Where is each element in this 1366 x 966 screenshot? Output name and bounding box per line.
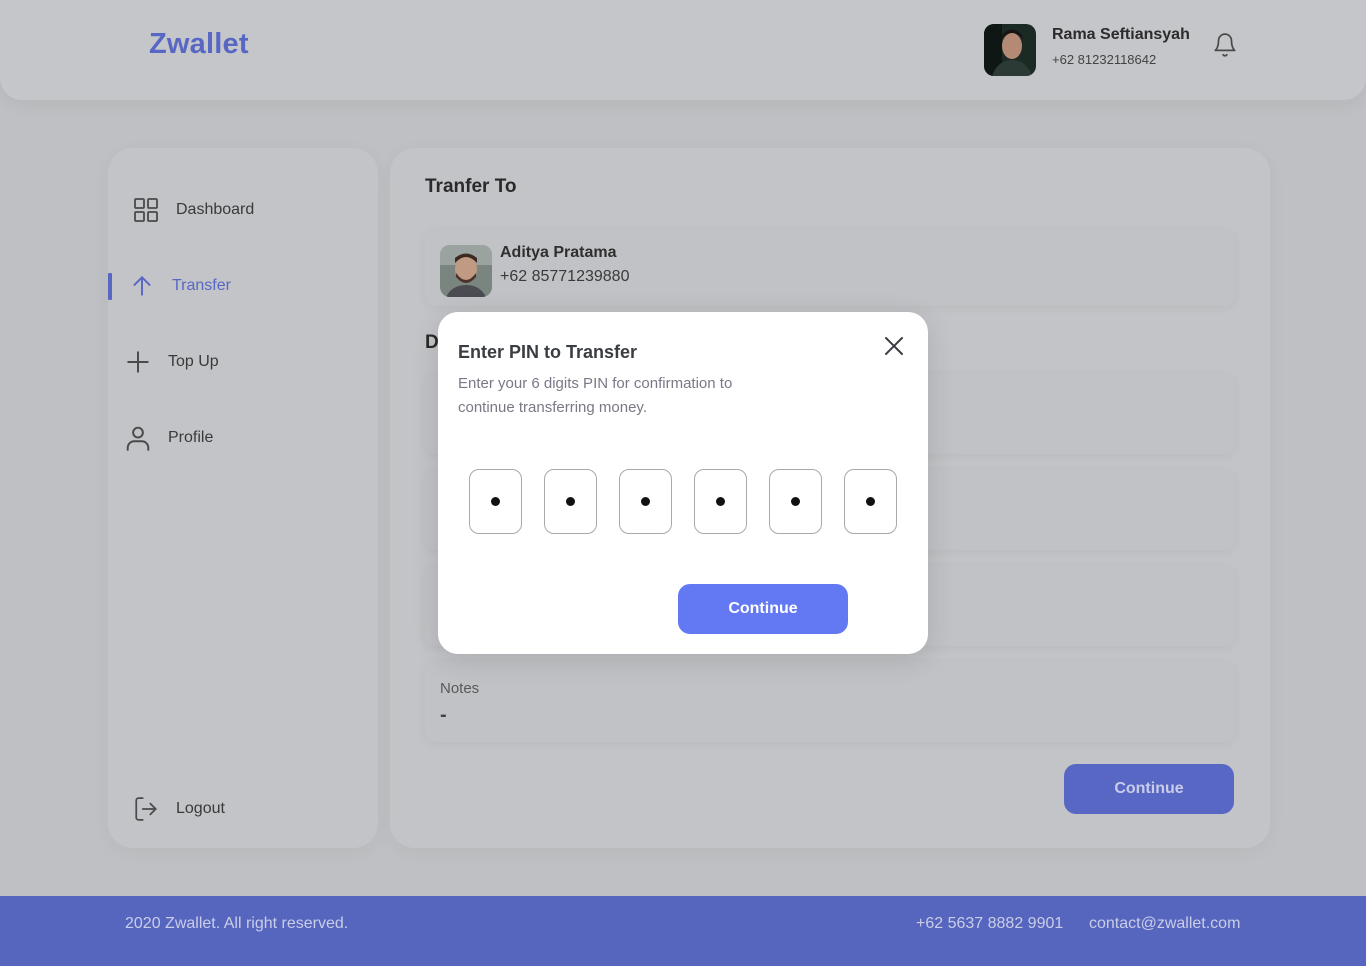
pin-input-5[interactable]: [769, 469, 822, 534]
sidebar-item-label: Profile: [168, 429, 214, 446]
close-icon[interactable]: [882, 334, 906, 358]
detail-card-notes: Notes -: [425, 662, 1235, 742]
page-title: Tranfer To: [425, 176, 517, 197]
user-icon: [125, 425, 151, 451]
pin-input-4[interactable]: [694, 469, 747, 534]
sidebar-item-logout[interactable]: Logout: [133, 794, 225, 824]
recipient-phone: +62 85771239880: [500, 268, 630, 285]
brand-logo[interactable]: Zwallet: [149, 28, 249, 61]
continue-button[interactable]: Continue: [1064, 764, 1234, 814]
pin-dot: [566, 497, 575, 506]
user-phone: +62 81232118642: [1052, 52, 1157, 67]
footer-email[interactable]: contact@zwallet.com: [1089, 915, 1240, 933]
pin-dot: [791, 497, 800, 506]
sidebar-item-label: Top Up: [168, 353, 219, 370]
sidebar: Dashboard Transfer Top Up Profile Logout: [108, 148, 378, 848]
sidebar-item-label: Logout: [176, 800, 225, 817]
bell-icon[interactable]: [1212, 32, 1238, 58]
modal-title: Enter PIN to Transfer: [458, 342, 638, 362]
pin-dot: [716, 497, 725, 506]
logout-icon: [133, 796, 159, 822]
arrow-up-icon: [129, 273, 155, 299]
sidebar-item-profile[interactable]: Profile: [125, 423, 213, 453]
modal-continue-button[interactable]: Continue: [678, 584, 848, 634]
notes-value: -: [440, 704, 447, 726]
footer: 2020 Zwallet. All right reserved. +62 56…: [0, 896, 1366, 966]
grid-icon: [133, 197, 159, 223]
copyright-text: 2020 Zwallet. All right reserved.: [125, 915, 349, 932]
recipient-card: Aditya Pratama +62 85771239880: [425, 230, 1235, 306]
sidebar-item-label: Dashboard: [176, 201, 255, 218]
modal-description: Enter your 6 digits PIN for confirmation…: [458, 375, 733, 416]
pin-input-3[interactable]: [619, 469, 672, 534]
top-header: Zwallet Rama Seftiansyah +62 81232118642: [0, 0, 1366, 100]
pin-modal: Enter PIN to Transfer Enter your 6 digit…: [438, 312, 928, 654]
recipient-name: Aditya Pratama: [500, 244, 617, 261]
sidebar-item-topup[interactable]: Top Up: [125, 347, 219, 377]
pin-dot: [491, 497, 500, 506]
pin-input-1[interactable]: [469, 469, 522, 534]
sidebar-item-label: Transfer: [172, 277, 231, 294]
plus-icon: [125, 349, 151, 375]
user-avatar[interactable]: [984, 24, 1036, 76]
footer-phone: +62 5637 8882 9901: [916, 915, 1064, 932]
pin-input-6[interactable]: [844, 469, 897, 534]
user-name: Rama Seftiansyah: [1052, 26, 1190, 43]
details-title: D: [425, 332, 439, 353]
recipient-avatar: [440, 245, 492, 297]
pin-input-2[interactable]: [544, 469, 597, 534]
sidebar-item-transfer[interactable]: Transfer: [129, 271, 231, 301]
pin-dot: [641, 497, 650, 506]
notes-label: Notes: [440, 680, 480, 697]
pin-dot: [866, 497, 875, 506]
sidebar-item-dashboard[interactable]: Dashboard: [133, 195, 254, 225]
active-indicator: [108, 273, 112, 300]
